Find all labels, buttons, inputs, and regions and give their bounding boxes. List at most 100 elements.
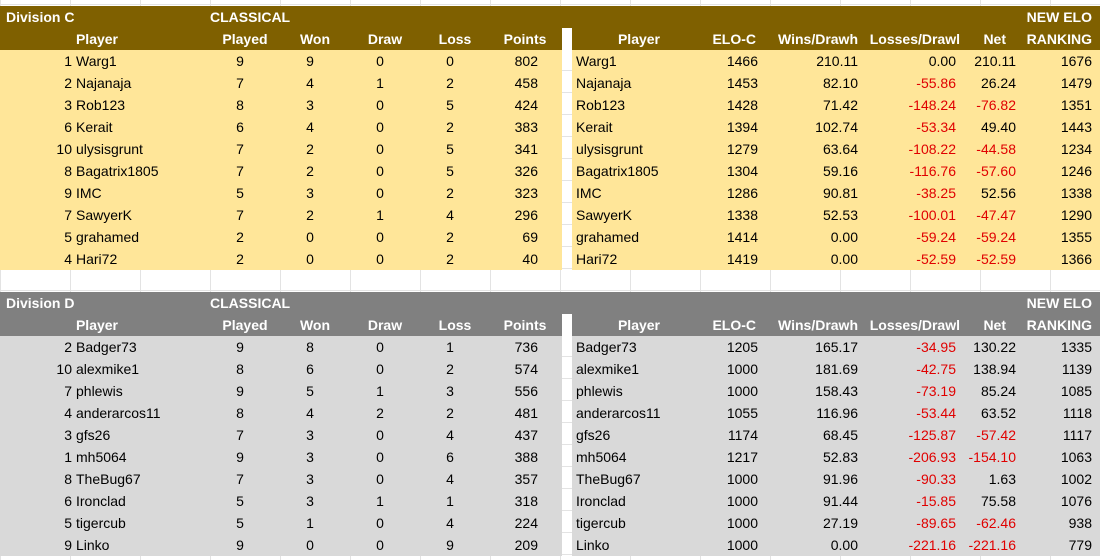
- wins-drawh-cell: 68.45: [822, 427, 858, 443]
- won-cell: 5: [306, 383, 314, 399]
- elo-cell: 1000: [726, 537, 758, 553]
- played-cell: 8: [236, 405, 244, 421]
- elo-cell: 1174: [727, 427, 758, 443]
- elo-cell: 1419: [726, 251, 758, 267]
- points-header: Points: [503, 317, 547, 333]
- column-header-row: Player Played Won Draw Loss Points Playe…: [0, 314, 1100, 336]
- points-cell: 437: [514, 427, 538, 443]
- won-cell: 2: [306, 141, 314, 157]
- player-name-cell-right: Ironclad: [576, 493, 626, 509]
- won-header: Won: [299, 317, 331, 333]
- player-name-cell: Hari72: [76, 251, 118, 267]
- elo-cell: 1000: [726, 471, 758, 487]
- points-cell: 424: [514, 97, 538, 113]
- new-elo-cell: 1063: [1060, 449, 1092, 465]
- division-c-table: Division C CLASSICAL NEW ELO Player Play…: [0, 6, 1100, 270]
- wins-drawh-cell: 158.43: [815, 383, 858, 399]
- points-cell: 357: [514, 471, 538, 487]
- loss-cell: 4: [446, 427, 454, 443]
- player-name-cell: Najanaja: [76, 75, 132, 91]
- new-elo-cell: 779: [1068, 537, 1092, 553]
- draw-cell: 0: [376, 141, 384, 157]
- loss-cell: 5: [446, 141, 454, 157]
- played-cell: 9: [236, 449, 244, 465]
- division-d-table: Division D CLASSICAL NEW ELO Player Play…: [0, 292, 1100, 556]
- points-cell: 458: [514, 75, 538, 91]
- won-cell: 2: [306, 207, 314, 223]
- net-header: Net: [983, 31, 1006, 47]
- draw-cell: 0: [376, 339, 384, 355]
- rank-cell: 7: [64, 207, 72, 223]
- ranking-header: RANKING: [1026, 31, 1092, 47]
- played-cell: 9: [236, 339, 244, 355]
- points-cell: 69: [522, 229, 538, 245]
- elo-cell: 1394: [726, 119, 758, 135]
- new-elo-cell: 1355: [1060, 229, 1092, 245]
- played-cell: 7: [236, 471, 244, 487]
- player-name-cell-right: mh5064: [576, 449, 627, 465]
- new-elo-cell: 1338: [1060, 185, 1092, 201]
- net-cell: -57.42: [976, 427, 1016, 443]
- wins-drawh-cell: 0.00: [830, 537, 858, 553]
- loss-cell: 1: [446, 493, 454, 509]
- net-cell: -62.46: [976, 515, 1016, 531]
- won-cell: 4: [306, 119, 314, 135]
- elo-cell: 1286: [726, 185, 758, 201]
- won-cell: 0: [306, 537, 314, 553]
- draw-cell: 1: [376, 383, 384, 399]
- played-cell: 8: [236, 361, 244, 377]
- rank-cell: 4: [64, 251, 72, 267]
- played-header: Played: [222, 317, 268, 333]
- won-cell: 3: [306, 449, 314, 465]
- draw-cell: 0: [376, 251, 384, 267]
- losses-drawl-cell: -148.24: [908, 97, 956, 113]
- wins-drawh-cell: 210.11: [816, 53, 858, 69]
- new-elo-cell: 1290: [1060, 207, 1092, 223]
- points-cell: 209: [514, 537, 538, 553]
- elo-cell: 1055: [726, 405, 758, 421]
- player-name-cell: Bagatrix1805: [76, 163, 159, 179]
- won-cell: 0: [306, 229, 314, 245]
- rank-cell: 6: [64, 493, 72, 509]
- table-row: 8 TheBug67 7 3 0 4 357 TheBug67 1000 91.96 -90.33 1…: [0, 468, 1100, 490]
- player-header-right: Player: [617, 317, 661, 333]
- losses-drawl-cell: -53.34: [916, 119, 956, 135]
- played-cell: 2: [236, 251, 244, 267]
- net-cell: -76.82: [976, 97, 1016, 113]
- points-cell: 40: [522, 251, 538, 267]
- points-cell: 318: [514, 493, 538, 509]
- elo-header: ELO-C: [712, 317, 756, 333]
- rank-cell: 6: [64, 119, 72, 135]
- loss-cell: 2: [446, 75, 454, 91]
- net-cell: -154.10: [968, 449, 1016, 465]
- player-name-cell: Badger73: [76, 339, 137, 355]
- losses-drawl-cell: -34.95: [916, 339, 956, 355]
- losses-drawl-cell: -53.44: [916, 405, 956, 421]
- table-row: 9 Linko 9 0 0 9 209 Linko 1000 0.00 -221.16 -221.16…: [0, 534, 1100, 556]
- elo-cell: 1000: [726, 493, 758, 509]
- loss-cell: 2: [446, 405, 454, 421]
- rank-cell: 5: [64, 515, 72, 531]
- column-header-row: Player Played Won Draw Loss Points Playe…: [0, 28, 1100, 50]
- table-row: 5 tigercub 5 1 0 4 224 tigercub 1000 27.19 -89.65-…: [0, 512, 1100, 534]
- losses-drawl-cell: -42.75: [916, 361, 956, 377]
- player-name-cell-right: Najanaja: [576, 75, 632, 91]
- won-cell: 1: [306, 515, 314, 531]
- won-cell: 4: [306, 405, 314, 421]
- loss-cell: 5: [446, 163, 454, 179]
- draw-cell: 1: [376, 75, 384, 91]
- played-cell: 9: [236, 537, 244, 553]
- new-elo-header: NEW ELO: [1026, 9, 1092, 25]
- won-cell: 3: [306, 427, 314, 443]
- player-name-cell: alexmike1: [76, 361, 140, 377]
- player-name-cell: phlewis: [76, 383, 123, 399]
- points-cell: 574: [514, 361, 538, 377]
- losses-drawl-cell: -221.16: [908, 537, 956, 553]
- loss-cell: 6: [446, 449, 454, 465]
- table-row: 1 Warg1 9 9 0 0 802 Warg1 1466 210.11 0.00 210.11 16…: [0, 50, 1100, 72]
- won-cell: 3: [306, 493, 314, 509]
- losses-drawl-cell: -55.86: [916, 75, 956, 91]
- table-row: 4 Hari72 2 0 0 2 40 Hari72 1419 0.00 -52.59 -52.59 1…: [0, 248, 1100, 270]
- player-name-cell: TheBug67: [76, 471, 141, 487]
- net-cell: -44.58: [976, 141, 1016, 157]
